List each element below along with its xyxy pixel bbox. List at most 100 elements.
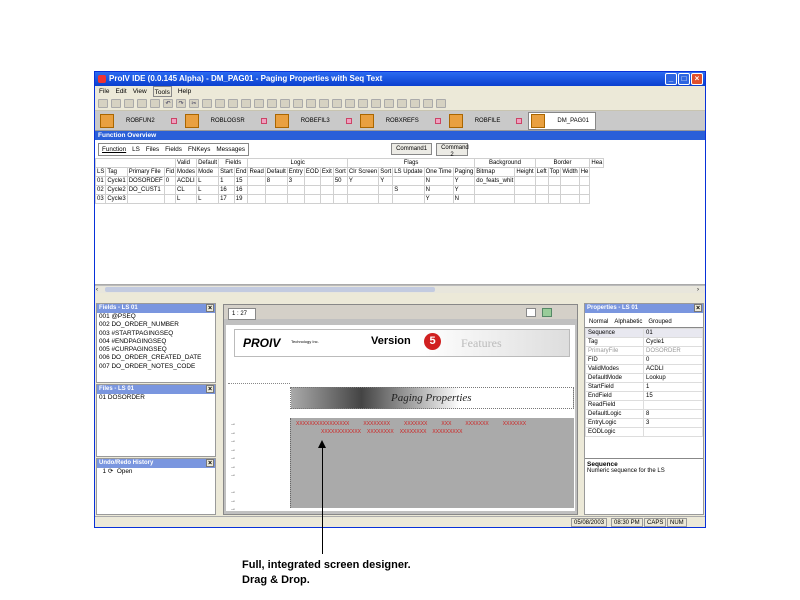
table-cell[interactable] [247, 185, 266, 195]
table-cell[interactable] [163, 185, 177, 195]
table-row[interactable]: 02 Cycle2 DO_CUST1 CL L 16 16 S N Y [95, 185, 604, 195]
doc-tab-active[interactable]: DM_PAG01 [528, 111, 596, 130]
table-cell[interactable]: Y [423, 194, 454, 204]
close-icon[interactable]: × [206, 304, 214, 312]
table-cell[interactable] [560, 185, 580, 195]
property-row[interactable]: Sequence 01 [584, 328, 703, 338]
find-next-icon[interactable] [241, 99, 251, 108]
property-row[interactable]: FID 0 [584, 355, 703, 365]
horizontal-scrollbar[interactable]: ‹ › [95, 285, 705, 293]
minimize-button[interactable]: _ [665, 73, 677, 85]
table-cell[interactable] [247, 194, 266, 204]
table-cell[interactable]: Cycle2 [105, 185, 128, 195]
list-item[interactable]: 003 #STARTPAGINGSEQ [97, 330, 215, 338]
property-value[interactable]: 01 [643, 328, 703, 338]
scroll-left-icon[interactable]: ‹ [96, 287, 102, 293]
screen-designer[interactable]: 1 : 27 PROIV Technology Inc. Version 5 F… [223, 304, 578, 515]
table-cell[interactable]: 1 [218, 176, 235, 186]
table-cell[interactable] [534, 176, 549, 186]
table-cell[interactable] [534, 194, 549, 204]
grid-icon[interactable] [371, 99, 381, 108]
table-cell[interactable] [560, 194, 580, 204]
doc-tab[interactable]: ROBXREFS [358, 112, 447, 130]
property-value[interactable]: Lookup [643, 373, 703, 383]
close-icon[interactable]: × [206, 459, 214, 467]
table-cell[interactable] [514, 185, 536, 195]
table-cell[interactable]: Y [346, 176, 380, 186]
tab-ls[interactable]: LS [132, 146, 140, 153]
property-row[interactable]: DefaultMode Lookup [584, 373, 703, 383]
property-value[interactable] [643, 427, 703, 437]
property-value[interactable]: DOSORDER [643, 346, 703, 356]
table-cell[interactable] [286, 185, 305, 195]
property-row[interactable]: EndField 15 [584, 391, 703, 401]
table-cell[interactable]: 16 [233, 185, 249, 195]
table-cell[interactable]: 15 [233, 176, 249, 186]
table-cell[interactable]: 16 [218, 185, 235, 195]
table-cell[interactable] [303, 185, 321, 195]
table-cell[interactable] [547, 185, 562, 195]
field-placeholder[interactable]: XXX [441, 421, 451, 429]
terminal-icon[interactable] [345, 99, 355, 108]
property-row[interactable]: EntryLogic 3 [584, 418, 703, 428]
table-cell[interactable]: DO_CUST1 [126, 185, 165, 195]
doc-tab[interactable]: ROBFUN2 [98, 112, 183, 130]
close-icon[interactable]: × [694, 304, 702, 312]
table-cell[interactable] [319, 185, 334, 195]
properties-grid[interactable]: Sequence 01 Tag Cycle1 PrimaryFile DOSORDER FI… [584, 328, 703, 437]
table-cell[interactable]: L [175, 194, 198, 204]
table-cell[interactable] [514, 176, 536, 186]
property-row[interactable]: Tag Cycle1 [584, 337, 703, 347]
tab-close-icon[interactable] [345, 117, 352, 124]
property-value[interactable]: 1 [643, 382, 703, 392]
table-cell[interactable]: N [423, 176, 454, 186]
table-cell[interactable]: L [196, 176, 220, 186]
tab-grouped[interactable]: Grouped [648, 319, 671, 325]
bar-icon[interactable] [423, 99, 433, 108]
property-row[interactable]: StartField 1 [584, 382, 703, 392]
table-cell[interactable] [578, 176, 591, 186]
undo-icon[interactable]: ↶ [163, 99, 173, 108]
image-icon[interactable] [397, 99, 407, 108]
table-cell[interactable]: L [196, 185, 220, 195]
doc-tab[interactable]: ROBFILE [447, 112, 529, 130]
table-cell[interactable]: 0 [163, 176, 177, 186]
table-cell[interactable]: ACDLI [175, 176, 198, 186]
table-cell[interactable] [303, 194, 321, 204]
table-cell[interactable] [163, 194, 177, 204]
find-icon[interactable] [228, 99, 238, 108]
table-cell[interactable] [319, 194, 334, 204]
table-cell[interactable]: S [392, 185, 425, 195]
field-placeholder[interactable]: XXXXXXXX [400, 429, 427, 437]
binoculars-icon[interactable] [267, 99, 277, 108]
title-bar[interactable]: ProIV IDE (0.0.145 Alpha) - DM_PAG01 - P… [95, 72, 705, 86]
copy-icon[interactable] [202, 99, 212, 108]
table-cell[interactable] [578, 185, 591, 195]
build-icon[interactable] [137, 99, 147, 108]
maximize-button[interactable]: □ [678, 73, 690, 85]
table-cell[interactable]: Cycle3 [105, 194, 128, 204]
table-cell[interactable] [319, 176, 334, 186]
table-cell[interactable]: 19 [233, 194, 249, 204]
table-cell[interactable]: CL [175, 185, 198, 195]
field-placeholder[interactable]: XXXXXXXX [367, 429, 394, 437]
table-cell[interactable]: 17 [218, 194, 235, 204]
tab-alphabetic[interactable]: Alphabetic [614, 319, 642, 325]
property-value[interactable]: 3 [643, 418, 703, 428]
table-cell[interactable] [474, 185, 516, 195]
property-value[interactable]: Cycle1 [643, 337, 703, 347]
list-item[interactable]: 006 DO_ORDER_CREATED_DATE [97, 354, 215, 362]
field-placeholder[interactable]: XXXXXXXXX [432, 429, 462, 437]
designer-help-icon[interactable] [526, 308, 536, 317]
table-cell[interactable]: 02 [95, 185, 107, 195]
table-icon[interactable] [410, 99, 420, 108]
menu-view[interactable]: View [133, 86, 147, 97]
list-item[interactable]: 004 #ENDPAGINGSEQ [97, 338, 215, 346]
table-cell[interactable] [346, 185, 380, 195]
table-cell[interactable]: 3 [286, 176, 305, 186]
table-cell[interactable] [264, 194, 288, 204]
field-row[interactable]: XXXXXXXXXXXXXXXX XXXXXXXX XXXXXXX XXX XXXXXX… [296, 421, 526, 429]
doc-icon[interactable] [436, 99, 446, 108]
list-item[interactable]: 1 ⟳ Open [97, 468, 215, 476]
property-value[interactable]: 0 [643, 355, 703, 365]
